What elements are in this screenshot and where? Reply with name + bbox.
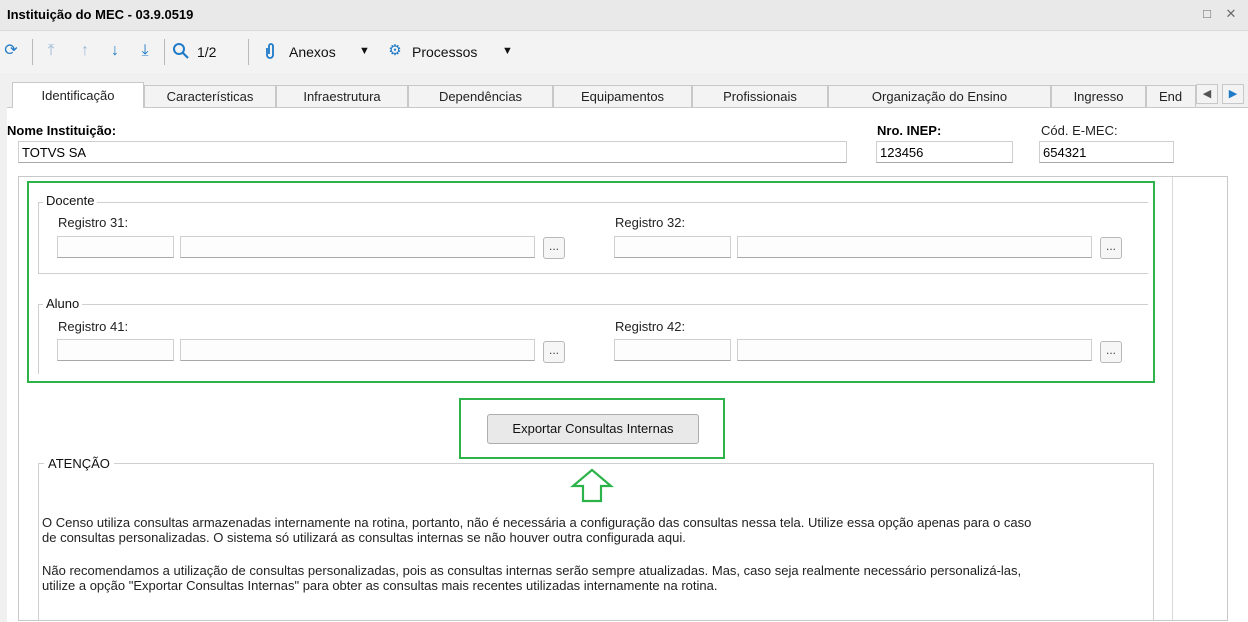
previous-record-icon[interactable]: ↑ bbox=[74, 40, 96, 62]
tab-organizacao-do-ensino[interactable]: Organização do Ensino bbox=[828, 85, 1051, 107]
registro-41-code-field[interactable] bbox=[57, 339, 174, 361]
attention-paragraph-2-line-2: utilize a opção "Exportar Consultas Inte… bbox=[42, 578, 718, 593]
tab-infraestrutura[interactable]: Infraestrutura bbox=[276, 85, 408, 107]
attachments-button[interactable]: Anexos bbox=[289, 44, 336, 60]
toolbar-separator bbox=[248, 39, 249, 65]
emec-field[interactable]: 654321 bbox=[1039, 141, 1174, 163]
chevron-down-icon[interactable]: ▼ bbox=[359, 45, 370, 57]
gear-icon[interactable]: ⚙ bbox=[384, 40, 406, 62]
attention-group-border bbox=[1153, 463, 1154, 621]
next-record-icon[interactable]: ↓ bbox=[104, 40, 126, 62]
tab-endereco[interactable]: End bbox=[1146, 85, 1196, 107]
attention-paragraph-1-line-2: de consultas personalizadas. O sistema s… bbox=[42, 530, 686, 545]
processes-button[interactable]: Processos bbox=[412, 44, 477, 60]
registro-32-code-field[interactable] bbox=[614, 236, 731, 258]
toolbar-separator bbox=[32, 39, 33, 65]
docente-group-border bbox=[38, 202, 39, 273]
registro-31-lookup-button[interactable]: ... bbox=[543, 237, 565, 259]
registro-41-lookup-button[interactable]: ... bbox=[543, 341, 565, 363]
first-record-icon[interactable]: ⤒ bbox=[40, 40, 62, 62]
last-record-icon[interactable]: ⤓ bbox=[134, 40, 156, 62]
attention-group-border bbox=[38, 463, 39, 621]
tab-scroll-left-icon[interactable]: ◀ bbox=[1196, 84, 1218, 104]
attention-paragraph-1-line-1: O Censo utiliza consultas armazenadas in… bbox=[42, 515, 1032, 530]
inep-field[interactable]: 123456 bbox=[876, 141, 1013, 163]
registro-42-label: Registro 42: bbox=[615, 319, 686, 334]
aluno-group-title: Aluno bbox=[43, 296, 83, 311]
tab-ingresso[interactable]: Ingresso bbox=[1051, 85, 1146, 107]
registro-41-description-field[interactable] bbox=[180, 339, 535, 361]
tab-equipamentos[interactable]: Equipamentos bbox=[553, 85, 692, 107]
search-icon[interactable] bbox=[172, 42, 190, 60]
registro-31-description-field[interactable] bbox=[180, 236, 535, 258]
registro-32-lookup-button[interactable]: ... bbox=[1100, 237, 1122, 259]
tab-dependencias[interactable]: Dependências bbox=[408, 85, 553, 107]
registro-31-label: Registro 31: bbox=[58, 215, 129, 230]
registro-32-description-field[interactable] bbox=[737, 236, 1092, 258]
maximize-icon[interactable]: □ bbox=[1198, 5, 1216, 23]
registro-31-code-field[interactable] bbox=[57, 236, 174, 258]
refresh-icon[interactable]: ⟳ bbox=[0, 40, 22, 62]
paperclip-icon[interactable] bbox=[264, 42, 276, 60]
docente-group-border bbox=[38, 273, 1148, 274]
panel-divider bbox=[1172, 177, 1173, 620]
close-icon[interactable]: ✕ bbox=[1222, 5, 1240, 23]
institution-name-field[interactable]: TOTVS SA bbox=[18, 141, 847, 163]
tab-identificacao[interactable]: Identificação bbox=[12, 82, 144, 108]
registro-41-label: Registro 41: bbox=[58, 319, 129, 334]
tab-caracteristicas[interactable]: Características bbox=[144, 85, 276, 107]
aluno-group-border bbox=[38, 304, 39, 374]
registro-42-lookup-button[interactable]: ... bbox=[1100, 341, 1122, 363]
chevron-down-icon[interactable]: ▼ bbox=[502, 45, 513, 57]
registro-42-description-field[interactable] bbox=[737, 339, 1092, 361]
tab-scroll-right-icon[interactable]: ▶ bbox=[1222, 84, 1244, 104]
docente-group-border bbox=[38, 202, 1148, 203]
registro-42-code-field[interactable] bbox=[614, 339, 731, 361]
window-title: Instituição do MEC - 03.9.0519 bbox=[7, 7, 194, 22]
export-internal-queries-button[interactable]: Exportar Consultas Internas bbox=[487, 414, 699, 444]
emec-label: Cód. E-MEC: bbox=[1041, 123, 1118, 138]
toolbar-separator bbox=[164, 39, 165, 65]
aluno-group-border bbox=[38, 304, 1148, 305]
attention-title: ATENÇÃO bbox=[44, 456, 114, 471]
institution-name-label: Nome Instituição: bbox=[7, 123, 117, 138]
page-indicator: 1/2 bbox=[197, 44, 217, 60]
up-arrow-icon bbox=[569, 468, 615, 504]
tab-profissionais[interactable]: Profissionais bbox=[692, 85, 828, 107]
inep-label: Nro. INEP: bbox=[877, 123, 942, 138]
docente-group-title: Docente bbox=[43, 193, 98, 208]
attention-group-border bbox=[38, 463, 1154, 464]
registro-32-label: Registro 32: bbox=[615, 215, 686, 230]
attention-paragraph-2-line-1: Não recomendamos a utilização de consult… bbox=[42, 563, 1022, 578]
